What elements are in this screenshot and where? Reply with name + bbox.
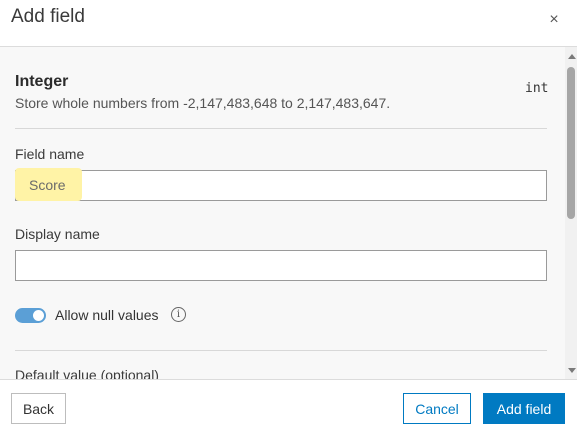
dialog-header: Add field × <box>0 0 577 47</box>
allow-null-label: Allow null values <box>55 307 159 323</box>
display-name-label: Display name <box>15 226 100 242</box>
info-icon[interactable]: i <box>171 307 186 322</box>
close-icon[interactable]: × <box>543 9 565 31</box>
field-name-label: Field name <box>15 146 85 162</box>
divider <box>15 128 547 129</box>
scroll-thumb[interactable] <box>567 67 575 219</box>
divider <box>15 350 547 351</box>
dialog-body[interactable]: Integer int Store whole numbers from -2,… <box>0 47 577 379</box>
default-value-label: Default value (optional) <box>15 367 159 379</box>
field-type-description: Store whole numbers from -2,147,483,648 … <box>15 95 391 111</box>
scroll-down-icon[interactable] <box>568 368 576 373</box>
dialog-footer: Back Cancel Add field <box>0 379 577 433</box>
display-name-input[interactable] <box>15 250 547 281</box>
dialog-title: Add field <box>11 6 85 27</box>
field-type-code: int <box>525 81 549 96</box>
scroll-up-icon[interactable] <box>568 54 576 59</box>
add-field-button[interactable]: Add field <box>483 393 565 424</box>
toggle-knob <box>33 310 44 321</box>
scrollbar[interactable] <box>565 47 577 379</box>
cancel-button[interactable]: Cancel <box>403 393 471 424</box>
allow-null-toggle[interactable] <box>15 308 46 323</box>
field-type-name: Integer <box>15 73 69 90</box>
add-field-dialog: Add field × Integer int Store whole numb… <box>0 0 577 433</box>
field-name-value: Score <box>29 177 66 193</box>
field-name-input[interactable]: Score <box>15 168 547 201</box>
back-button[interactable]: Back <box>11 393 66 424</box>
